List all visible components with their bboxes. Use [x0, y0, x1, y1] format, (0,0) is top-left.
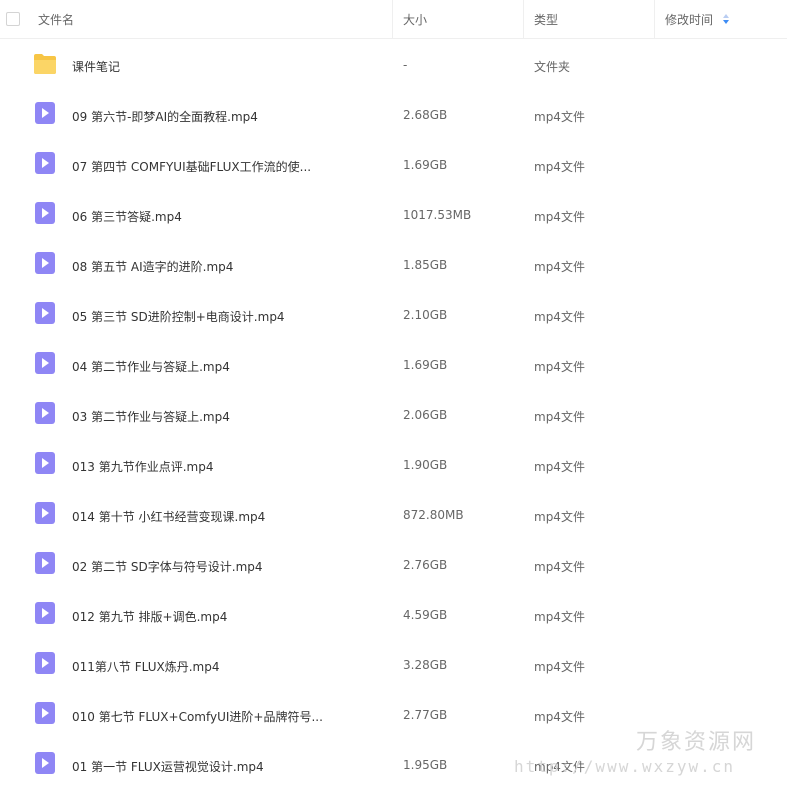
- table-row[interactable]: 010 第七节 FLUX+ComfyUI进阶+品牌符号... 2.77GB mp4文…: [0, 688, 787, 738]
- video-file-icon: [35, 702, 57, 724]
- table-row[interactable]: 011第八节 FLUX炼丹.mp4 3.28GB mp4文件: [0, 638, 787, 688]
- file-size: 1.95GB: [403, 758, 448, 772]
- file-type: mp4文件: [534, 610, 585, 624]
- file-size: 1017.53MB: [403, 208, 472, 222]
- table-row[interactable]: 03 第二节作业与答疑上.mp4 2.06GB mp4文件: [0, 388, 787, 438]
- file-type: mp4文件: [534, 160, 585, 174]
- video-file-icon: [35, 602, 57, 624]
- column-header-name[interactable]: 文件名: [38, 11, 74, 28]
- file-name[interactable]: 06 第三节答疑.mp4: [72, 208, 182, 225]
- video-file-icon: [35, 152, 57, 174]
- file-name[interactable]: 课件笔记: [72, 58, 120, 75]
- column-header-type[interactable]: 类型: [534, 11, 558, 28]
- table-row[interactable]: 07 第四节 COMFYUI基础FLUX工作流的使... 1.69GB mp4文件: [0, 138, 787, 188]
- file-size: 1.85GB: [403, 258, 448, 272]
- video-file-icon: [35, 202, 57, 224]
- column-header-modified[interactable]: 修改时间: [665, 11, 713, 28]
- video-file-icon: [35, 302, 57, 324]
- file-name[interactable]: 01 第一节 FLUX运营视觉设计.mp4: [72, 758, 264, 775]
- table-row[interactable]: 02 第二节 SD字体与符号设计.mp4 2.76GB mp4文件: [0, 538, 787, 588]
- file-type: mp4文件: [534, 760, 585, 774]
- file-type: mp4文件: [534, 660, 585, 674]
- table-row[interactable]: 09 第六节-即梦AI的全面教程.mp4 2.68GB mp4文件: [0, 88, 787, 138]
- video-file-icon: [35, 652, 57, 674]
- file-name[interactable]: 012 第九节 排版+调色.mp4: [72, 608, 227, 625]
- select-all-checkbox[interactable]: [6, 12, 20, 26]
- file-list: 文件名 大小 类型 修改时间 课件笔记 - 文件夹 09 第六节-即梦AI的全面教程.…: [0, 0, 787, 798]
- table-row[interactable]: 014 第十节 小红书经营变现课.mp4 872.80MB mp4文件: [0, 488, 787, 538]
- file-name[interactable]: 010 第七节 FLUX+ComfyUI进阶+品牌符号...: [72, 708, 323, 725]
- table-row[interactable]: 05 第三节 SD进阶控制+电商设计.mp4 2.10GB mp4文件: [0, 288, 787, 338]
- file-type: 文件夹: [534, 60, 571, 74]
- video-file-icon: [35, 502, 57, 524]
- file-type: mp4文件: [534, 210, 585, 224]
- file-name[interactable]: 05 第三节 SD进阶控制+电商设计.mp4: [72, 308, 285, 325]
- video-file-icon: [35, 552, 57, 574]
- table-row[interactable]: 012 第九节 排版+调色.mp4 4.59GB mp4文件: [0, 588, 787, 638]
- video-file-icon: [35, 352, 57, 374]
- file-size: 2.10GB: [403, 308, 448, 322]
- file-type: mp4文件: [534, 410, 585, 424]
- column-divider[interactable]: [523, 0, 524, 38]
- file-name[interactable]: 02 第二节 SD字体与符号设计.mp4: [72, 558, 263, 575]
- file-size: 2.77GB: [403, 708, 448, 722]
- file-name[interactable]: 013 第九节作业点评.mp4: [72, 458, 213, 475]
- video-file-icon: [35, 752, 57, 774]
- file-size: 4.59GB: [403, 608, 448, 622]
- file-size: 2.06GB: [403, 408, 448, 422]
- file-name[interactable]: 014 第十节 小红书经营变现课.mp4: [72, 508, 265, 525]
- video-file-icon: [35, 452, 57, 474]
- column-divider[interactable]: [654, 0, 655, 38]
- file-size: 3.28GB: [403, 658, 448, 672]
- sort-icon[interactable]: [722, 13, 730, 25]
- file-size: 2.76GB: [403, 558, 448, 572]
- file-type: mp4文件: [534, 360, 585, 374]
- table-row[interactable]: 06 第三节答疑.mp4 1017.53MB mp4文件: [0, 188, 787, 238]
- file-type: mp4文件: [534, 710, 585, 724]
- table-header: 文件名 大小 类型 修改时间: [0, 0, 787, 39]
- file-size: 2.68GB: [403, 108, 448, 122]
- file-size: 1.90GB: [403, 458, 448, 472]
- file-size: -: [403, 58, 408, 72]
- file-type: mp4文件: [534, 260, 585, 274]
- file-type: mp4文件: [534, 560, 585, 574]
- file-name[interactable]: 09 第六节-即梦AI的全面教程.mp4: [72, 108, 258, 125]
- file-type: mp4文件: [534, 310, 585, 324]
- column-divider[interactable]: [392, 0, 393, 38]
- file-name[interactable]: 04 第二节作业与答疑上.mp4: [72, 358, 230, 375]
- file-size: 1.69GB: [403, 158, 448, 172]
- file-type: mp4文件: [534, 110, 585, 124]
- file-name[interactable]: 011第八节 FLUX炼丹.mp4: [72, 658, 219, 675]
- table-row[interactable]: 课件笔记 - 文件夹: [0, 38, 787, 88]
- file-size: 872.80MB: [403, 508, 464, 522]
- video-file-icon: [35, 402, 57, 424]
- table-row[interactable]: 01 第一节 FLUX运营视觉设计.mp4 1.95GB mp4文件: [0, 738, 787, 788]
- column-header-size[interactable]: 大小: [403, 11, 427, 28]
- table-row[interactable]: 04 第二节作业与答疑上.mp4 1.69GB mp4文件: [0, 338, 787, 388]
- table-row[interactable]: 08 第五节 AI造字的进阶.mp4 1.85GB mp4文件: [0, 238, 787, 288]
- table-row[interactable]: 013 第九节作业点评.mp4 1.90GB mp4文件: [0, 438, 787, 488]
- file-name[interactable]: 07 第四节 COMFYUI基础FLUX工作流的使...: [72, 158, 311, 175]
- file-size: 1.69GB: [403, 358, 448, 372]
- video-file-icon: [35, 102, 57, 124]
- video-file-icon: [35, 252, 57, 274]
- file-name[interactable]: 08 第五节 AI造字的进阶.mp4: [72, 258, 233, 275]
- folder-icon: [33, 53, 56, 75]
- file-type: mp4文件: [534, 510, 585, 524]
- file-type: mp4文件: [534, 460, 585, 474]
- file-name[interactable]: 03 第二节作业与答疑上.mp4: [72, 408, 230, 425]
- file-rows: 课件笔记 - 文件夹 09 第六节-即梦AI的全面教程.mp4 2.68GB mp4文件 0…: [0, 38, 787, 788]
